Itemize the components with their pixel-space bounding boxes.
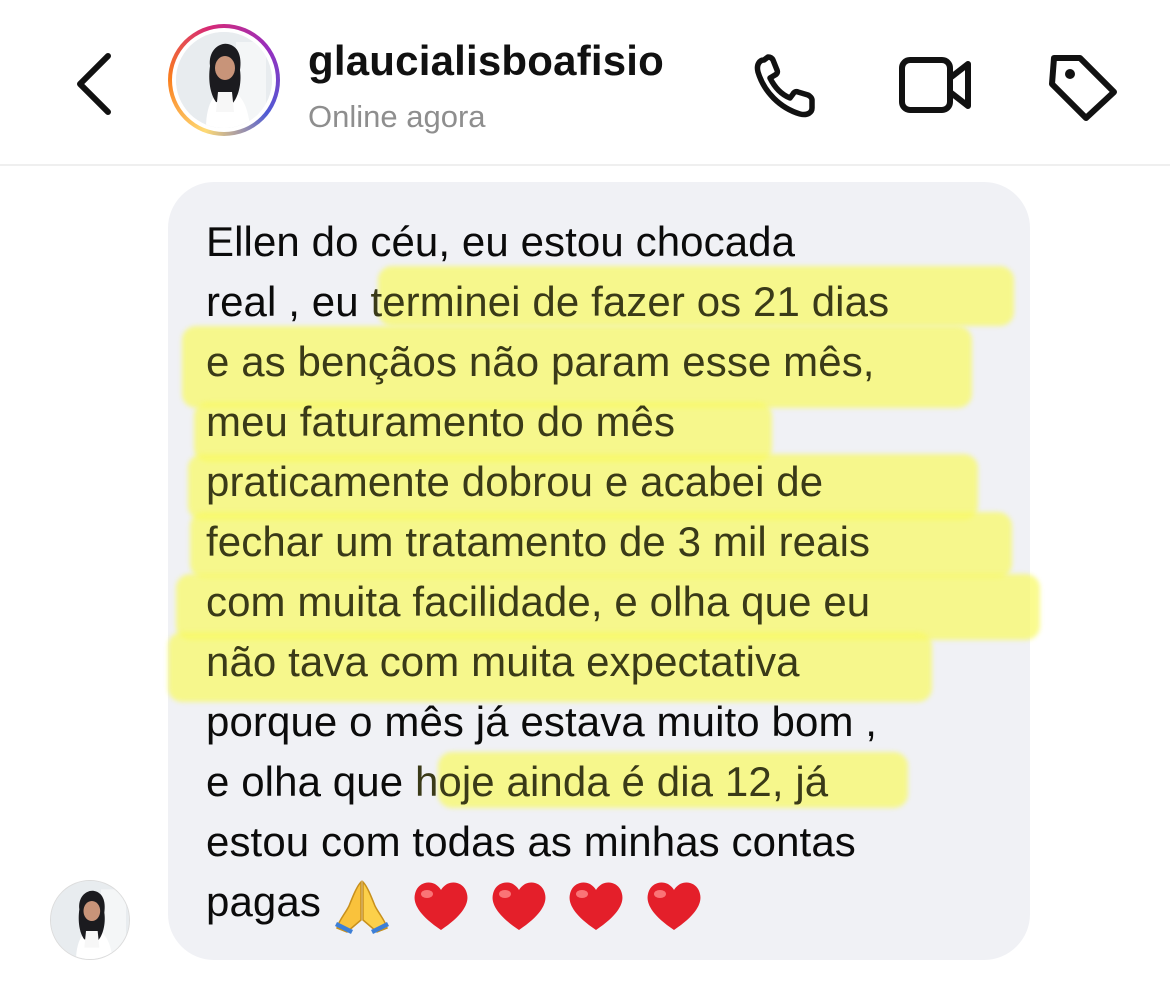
audio-call-button[interactable] bbox=[750, 50, 826, 122]
message-line: estou com todas as minhas contas bbox=[206, 818, 856, 865]
red-heart-emoji bbox=[414, 882, 468, 931]
chat-header: glaucialisboafisio Online agora bbox=[0, 0, 1170, 166]
message-line: real , eu terminei de fazer os 21 dias bbox=[206, 278, 890, 325]
folded-hands-emoji bbox=[334, 880, 389, 935]
message-line: Ellen do céu, eu estou chocada bbox=[206, 218, 796, 265]
dm-screen: glaucialisboafisio Online agora Ellen do… bbox=[0, 0, 1170, 996]
video-camera-icon bbox=[899, 57, 971, 113]
emoji-row bbox=[331, 873, 710, 936]
red-heart-emoji bbox=[492, 882, 545, 931]
message-line: meu faturamento do mês bbox=[206, 398, 676, 445]
tag-icon bbox=[1049, 55, 1117, 121]
avatar-photo bbox=[176, 32, 272, 128]
red-heart-emoji bbox=[647, 882, 701, 931]
message-line: e olha que hoje ainda é dia 12, já bbox=[206, 758, 829, 805]
message-line: não tava com muita expectativa bbox=[206, 638, 800, 685]
red-heart-emoji bbox=[569, 882, 623, 931]
online-status: Online agora bbox=[308, 99, 486, 134]
message-line-last: pagas bbox=[206, 872, 710, 936]
chat-username[interactable]: glaucialisboafisio bbox=[308, 36, 664, 86]
back-button[interactable] bbox=[62, 48, 126, 120]
message-line: com muita facilidade, e olha que eu bbox=[206, 578, 871, 625]
message-line: praticamente dobrou e acabei de bbox=[206, 458, 824, 505]
chevron-left-icon bbox=[77, 53, 111, 115]
message-line: e as bençãos não param esse mês, bbox=[206, 338, 875, 385]
message-line: fechar um tratamento de 3 mil reais bbox=[206, 518, 871, 565]
tag-button[interactable] bbox=[1044, 50, 1120, 122]
avatar-ring-inner bbox=[172, 28, 276, 132]
message-line: porque o mês já estava muito bom , bbox=[206, 698, 878, 745]
profile-avatar[interactable] bbox=[168, 24, 280, 136]
sender-avatar[interactable] bbox=[50, 880, 130, 960]
video-call-button[interactable] bbox=[896, 50, 972, 122]
phone-icon bbox=[754, 54, 815, 118]
